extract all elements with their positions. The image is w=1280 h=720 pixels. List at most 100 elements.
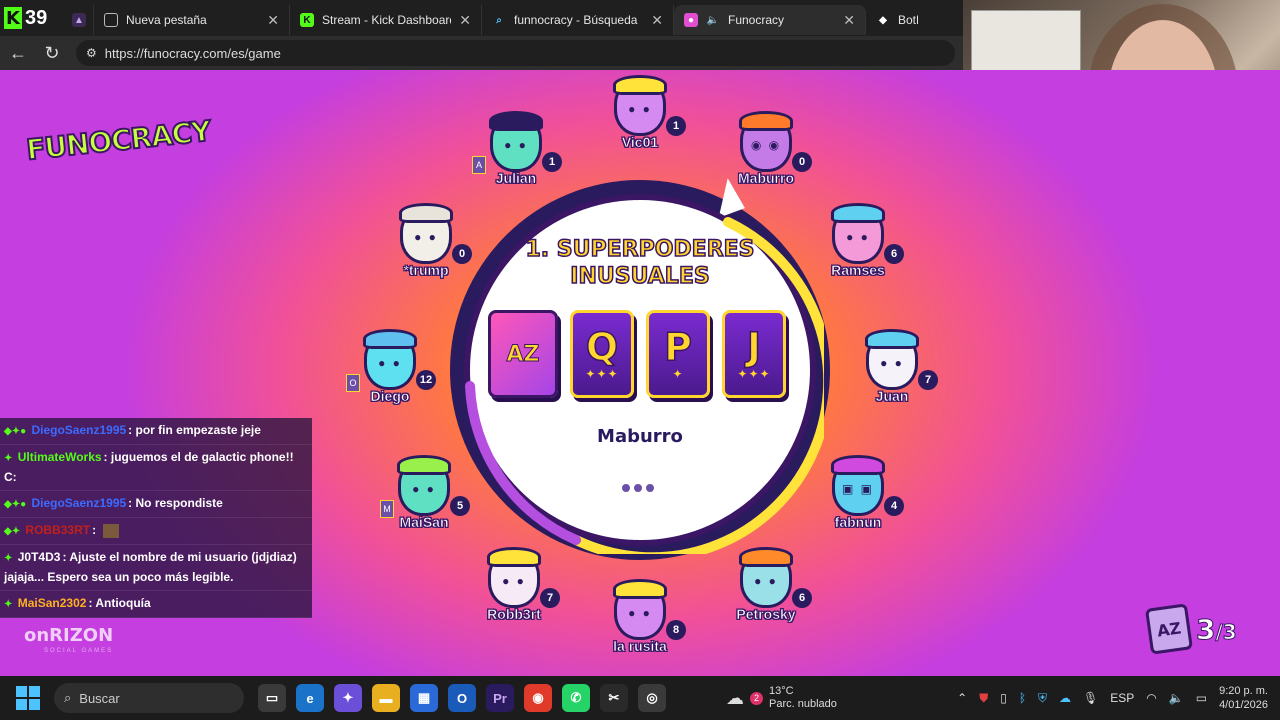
weather-badge: 2	[750, 691, 764, 705]
player-name: Petrosky	[736, 606, 796, 623]
chat-text: : No respondiste	[128, 496, 223, 510]
chat-text: : por fin empezaste jeje	[128, 423, 261, 437]
chat-text: : Antioquía	[88, 596, 151, 610]
close-icon[interactable]: ✕	[267, 12, 279, 29]
player-petrosky: ● ● Petrosky 6	[720, 547, 812, 638]
tab-funocracy[interactable]: ● 🔈 Funocracy ✕	[674, 5, 866, 35]
back-arrow-icon[interactable]: ←	[8, 43, 28, 64]
avatar: ● ●	[487, 547, 541, 608]
tab-title: Funocracy	[728, 13, 785, 27]
player-robb3rt: ● ● Robb3rt 7	[468, 547, 560, 638]
tab-search[interactable]: ⌕ funnocracy - Búsqueda ✕	[482, 5, 674, 35]
obs-icon[interactable]: ◎	[638, 684, 666, 712]
close-icon[interactable]: ✕	[459, 12, 471, 29]
onrizon-logo: onRIZON	[24, 625, 114, 646]
chat-message: ◆✦● DiegoSaenz1995: No respondiste	[0, 491, 312, 518]
card-letter: P	[663, 325, 692, 369]
capcut-icon[interactable]: ✂	[600, 684, 628, 712]
card-letter: Q	[585, 325, 619, 369]
chrome-icon[interactable]: ◉	[524, 684, 552, 712]
chat-username: MaiSan2302	[17, 596, 87, 610]
player-trump: ● ● *trump 0	[380, 203, 472, 294]
edge-icon[interactable]: e	[296, 684, 324, 712]
site-info-icon[interactable]: ⚙	[86, 46, 97, 60]
volume-icon[interactable]: 🔈	[1169, 691, 1184, 705]
clock-time: 9:20 p. m.	[1219, 685, 1268, 697]
card-label: AZ	[506, 341, 540, 367]
search-icon: ⌕	[496, 14, 502, 26]
wifi-icon[interactable]: ◠	[1146, 691, 1156, 705]
tab-nueva-pestana[interactable]: Nueva pestaña ✕	[94, 5, 290, 35]
usb-icon[interactable]: ▯	[1000, 691, 1007, 705]
clock[interactable]: 9:20 p. m. 4/01/2026	[1219, 684, 1268, 712]
start-menu-icon[interactable]	[16, 686, 40, 710]
player-fabnun: ▣ ▣ fabnun 4	[812, 455, 904, 546]
round-total: /3	[1215, 619, 1237, 644]
close-icon[interactable]: ✕	[843, 12, 855, 29]
chat-badges-icon: ✦	[4, 553, 13, 564]
player-name: Maburro	[738, 170, 795, 187]
bluetooth-icon[interactable]: ᛒ	[1019, 691, 1026, 705]
prompt-title: 1. SUPERPODERES INUSUALES	[525, 236, 756, 290]
player-score: 7	[918, 370, 938, 390]
battery-icon[interactable]: ▭	[1196, 691, 1207, 705]
player-score: 5	[450, 496, 470, 516]
url-text: https://funocracy.com/es/game	[104, 45, 281, 61]
taskbar-search[interactable]: ⌕ Buscar	[54, 683, 244, 713]
onrizon-subtitle: SOCIAL GAMES	[44, 648, 114, 654]
copilot-icon[interactable]: ✦	[334, 684, 362, 712]
letter-card-j: J ✦✦✦	[722, 310, 786, 398]
outlook-icon[interactable]: O	[448, 684, 476, 712]
avatar: ● ●	[399, 203, 453, 264]
defender-icon[interactable]: ⛨	[1038, 691, 1047, 706]
weather-widget[interactable]: ☁ 2 13°C Parc. nublado	[726, 685, 837, 711]
reload-icon[interactable]: ↻	[42, 43, 62, 64]
weather-desc: Parc. nublado	[769, 698, 837, 710]
tab-botrix[interactable]: ◆ BotRix |	[866, 5, 928, 35]
player-name: la rusita	[613, 638, 667, 655]
chat-message: ◆✦● DiegoSaenz1995: por fin empezaste je…	[0, 418, 312, 445]
chat-badges-icon: ◆✦●	[4, 426, 27, 437]
chat-message: ✦ J0T4D3: Ajuste el nombre de mi usuario…	[0, 545, 312, 591]
language-indicator[interactable]: ESP	[1110, 691, 1134, 705]
avatar: ● ●	[489, 111, 543, 172]
player-juan: ● ● Juan 7	[846, 329, 938, 420]
tab-pinned[interactable]: ▲	[64, 5, 94, 35]
avatar: ▣ ▣	[831, 455, 885, 516]
az-card: AZ	[488, 310, 558, 398]
store-icon[interactable]: ▦	[410, 684, 438, 712]
chat-badges-icon: ◆✦●	[4, 499, 27, 510]
speaker-icon[interactable]: 🔈	[706, 13, 720, 27]
weather-cloud-icon: ☁	[726, 687, 744, 708]
tab-kick-dashboard[interactable]: K Stream - Kick Dashboard ✕	[290, 5, 482, 35]
premiere-icon[interactable]: Pr	[486, 684, 514, 712]
url-field[interactable]: ⚙ https://funocracy.com/es/game	[76, 40, 955, 66]
funocracy-logo: FUNOCRACY	[24, 113, 213, 184]
current-player-name: Maburro	[597, 426, 683, 447]
star-icon: ✦	[672, 367, 684, 381]
kick-logo-icon: K	[4, 7, 22, 29]
onedrive-icon[interactable]: ☁	[1059, 691, 1071, 705]
letter-card-q: Q ✦✦✦	[570, 310, 634, 398]
player-tag: M	[380, 500, 394, 518]
file-explorer-icon[interactable]: ▬	[372, 684, 400, 712]
whatsapp-icon[interactable]: ✆	[562, 684, 590, 712]
avatar: ◉ ◉	[739, 111, 793, 172]
az-round-icon: AZ	[1145, 603, 1193, 655]
chevron-up-icon[interactable]: ⌃	[957, 691, 967, 705]
shield-icon[interactable]: ⛊	[979, 691, 988, 706]
screen: K 39 ▲ Nueva pestaña ✕ K Stream - Kick D…	[0, 0, 1280, 720]
letter-cards: AZ Q ✦✦✦ P ✦ J ✦✦✦	[488, 310, 786, 398]
avatar: ● ●	[739, 547, 793, 608]
player-score: 1	[666, 116, 686, 136]
close-icon[interactable]: ✕	[651, 12, 663, 29]
microphone-icon[interactable]: 🎙	[1083, 691, 1098, 705]
round-counter: AZ 3/3	[1145, 603, 1237, 655]
player-score: 1	[542, 152, 562, 172]
stream-chat-overlay: ◆✦● DiegoSaenz1995 : por fin empezaste je…	[0, 418, 312, 618]
chat-username: DiegoSaenz1995	[31, 496, 127, 510]
avatar: ● ●	[363, 329, 417, 390]
player-tag: A	[472, 156, 486, 174]
task-view-icon[interactable]: ▭	[258, 684, 286, 712]
player-score: 12	[416, 370, 436, 390]
